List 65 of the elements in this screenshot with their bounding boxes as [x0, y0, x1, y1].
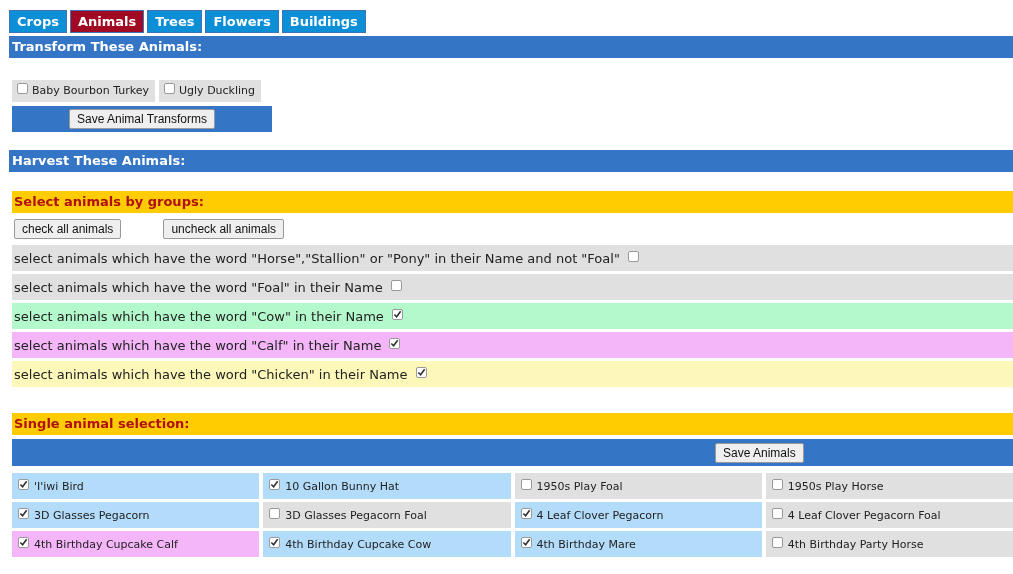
checkbox[interactable] [18, 507, 29, 519]
section-header: Transform These Animals: [9, 36, 1013, 58]
group-label: select animals which have the word "Horse","Stallion" or "Pony" in their Name and not "Foal" [14, 250, 620, 266]
checkbox-label: Baby Bourbon Turkey [32, 84, 150, 97]
animal-name: 3D Glasses Pegacorn Foal [285, 508, 427, 522]
animal-cell[interactable]: 4 Leaf Clover Pegacorn Foal [765, 502, 1013, 528]
animal-cell[interactable]: 4 Leaf Clover Pegacorn [514, 502, 762, 528]
animal-name: 1950s Play Horse [787, 479, 884, 493]
checkbox[interactable] [520, 507, 532, 519]
animal-cell[interactable]: 4th Birthday Cupcake Calf [12, 531, 260, 557]
checkbox[interactable] [269, 536, 281, 548]
checkbox[interactable] [415, 366, 427, 378]
checkbox[interactable] [18, 536, 29, 548]
checkbox[interactable] [520, 536, 532, 548]
section-header: Harvest These Animals: [9, 150, 1013, 172]
animal-cell[interactable]: 4th Birthday Mare [514, 531, 762, 557]
group-label: select animals which have the word "Cow" in their Name [14, 308, 384, 324]
group-header: Single animal selection: [12, 413, 1013, 435]
checkbox[interactable] [390, 279, 402, 291]
group-label: select animals which have the word "Chicken" in their Name [14, 366, 408, 382]
tab[interactable]: Trees [147, 10, 203, 33]
animal-cell[interactable]: 3D Glasses Pegacorn [12, 502, 260, 528]
animal-name: 4 Leaf Clover Pegacorn Foal [787, 508, 941, 522]
tab[interactable]: Animals [69, 10, 145, 33]
tab[interactable]: Crops [9, 10, 67, 33]
checkbox-option[interactable]: Baby Bourbon Turkey [12, 80, 156, 102]
checkbox[interactable] [164, 83, 176, 94]
group-label: select animals which have the word "Calf" in their Name [14, 337, 382, 353]
checkbox[interactable] [771, 536, 783, 548]
checkbox[interactable] [389, 337, 401, 349]
checkbox-option[interactable]: Ugly Duckling [159, 80, 262, 102]
animal-cell[interactable]: 3D Glasses Pegacorn Foal [263, 502, 511, 528]
checkbox[interactable] [17, 83, 28, 94]
animal-cell[interactable]: 10 Gallon Bunny Hat [263, 473, 511, 499]
group-button[interactable]: uncheck all animals [163, 219, 285, 239]
animal-name: 4 Leaf Clover Pegacorn [536, 508, 664, 522]
animal-name: 4th Birthday Cupcake Calf [34, 537, 178, 551]
checkbox[interactable] [269, 478, 281, 490]
checkbox[interactable] [391, 308, 403, 320]
animal-name: 3D Glasses Pegacorn [34, 508, 150, 522]
animal-name: 4th Birthday Cupcake Cow [285, 537, 432, 551]
save-button[interactable]: Save Animals [715, 442, 804, 463]
checkbox[interactable] [18, 478, 29, 490]
group-label: select animals which have the word "Foal" in their Name [14, 279, 383, 295]
tab[interactable]: Flowers [205, 10, 279, 33]
checkbox[interactable] [771, 478, 783, 490]
group-button[interactable]: check all animals [14, 219, 122, 239]
group-header: Select animals by groups: [12, 191, 1013, 213]
animal-cell[interactable]: 4th Birthday Party Horse [765, 531, 1013, 557]
animal-cell[interactable]: 1950s Play Foal [514, 473, 762, 499]
animal-name: 4th Birthday Mare [536, 537, 636, 551]
animal-cell[interactable]: 1950s Play Horse [765, 473, 1013, 499]
checkbox[interactable] [627, 250, 639, 262]
animal-name: 'I'iwi Bird [34, 479, 84, 493]
animal-name: 4th Birthday Party Horse [787, 537, 924, 551]
tab[interactable]: Buildings [281, 10, 366, 33]
checkbox[interactable] [771, 507, 783, 519]
checkbox-label: Ugly Duckling [179, 84, 256, 97]
animal-name: 1950s Play Foal [536, 479, 623, 493]
animal-name: 10 Gallon Bunny Hat [285, 479, 400, 493]
checkbox[interactable] [269, 507, 281, 519]
animal-cell[interactable]: 4th Birthday Cupcake Cow [263, 531, 511, 557]
save-button[interactable]: Save Animal Transforms [68, 109, 216, 129]
animal-cell[interactable]: 'I'iwi Bird [12, 473, 260, 499]
checkbox[interactable] [520, 478, 532, 490]
